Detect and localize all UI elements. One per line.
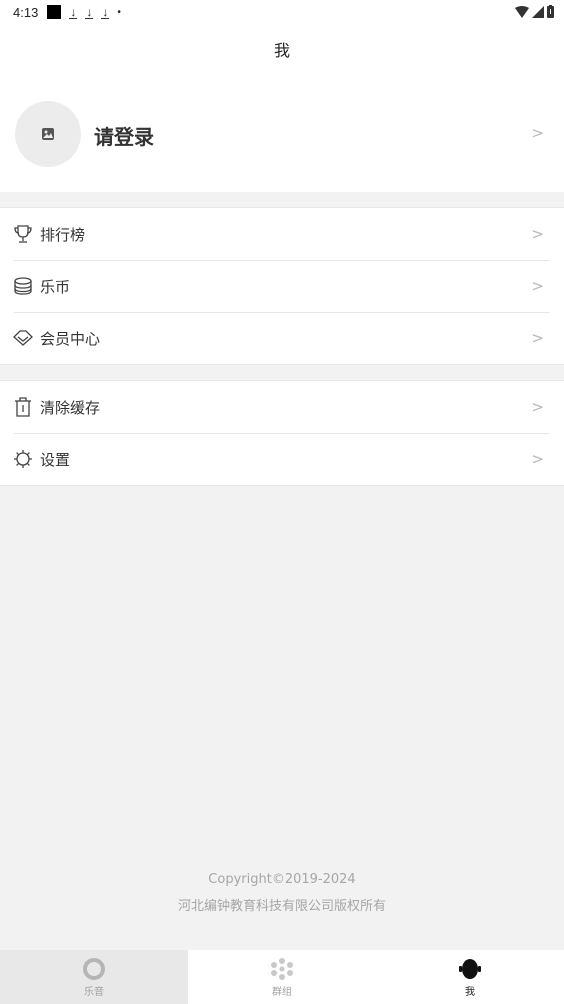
menu-item-settings[interactable]: 设置 >: [0, 433, 564, 485]
chevron-right-icon: >: [531, 124, 544, 142]
chevron-right-icon: >: [531, 277, 544, 295]
menu-item-label: 清除缓存: [40, 398, 101, 417]
bell-me-icon: [458, 957, 482, 981]
status-system-icons: [515, 5, 554, 18]
login-prompt[interactable]: 请登录: [94, 121, 154, 150]
tab-me[interactable]: 我: [376, 950, 564, 1004]
tab-music[interactable]: 乐音: [0, 950, 188, 1004]
menu-item-leaderboard[interactable]: 排行榜 >: [0, 208, 564, 260]
tab-label: 我: [465, 986, 475, 998]
menu-item-coins[interactable]: 乐币 >: [0, 260, 564, 312]
bottom-tab-bar: 乐音 群组 我: [0, 950, 564, 1004]
menu-group-main: 排行榜 > 乐币 > 会员中心 >: [0, 207, 564, 365]
music-ring-icon: [82, 957, 106, 981]
battery-icon: [547, 5, 554, 18]
coins-icon: [13, 276, 33, 296]
menu-item-label: 设置: [40, 450, 71, 469]
status-notification-icons: ↓ ↓ ↓ •: [47, 5, 121, 19]
signal-icon: [532, 5, 544, 18]
image-placeholder-icon: [42, 128, 54, 140]
wifi-icon: [515, 5, 529, 18]
chevron-right-icon: >: [531, 450, 544, 468]
gear-icon: [13, 449, 33, 469]
menu-item-clear-cache[interactable]: 清除缓存 >: [0, 381, 564, 433]
tab-label: 乐音: [84, 986, 104, 998]
status-bar: 4:13 ↓ ↓ ↓ •: [0, 0, 564, 24]
download-icon: ↓: [85, 4, 94, 19]
page-header: 我: [0, 24, 564, 74]
avatar[interactable]: [15, 101, 81, 167]
menu-group-system: 清除缓存 > 设置 >: [0, 380, 564, 486]
status-time: 4:13: [13, 4, 39, 20]
cluster-icon: [270, 957, 294, 981]
dot-icon: •: [117, 6, 121, 18]
chevron-right-icon: >: [531, 398, 544, 416]
menu-item-label: 排行榜: [40, 225, 86, 244]
menu-item-label: 会员中心: [40, 329, 101, 348]
notification-square-icon: [47, 5, 62, 19]
menu-item-membership[interactable]: 会员中心 >: [0, 312, 564, 364]
menu-item-label: 乐币: [40, 277, 71, 296]
download-icon: ↓: [101, 4, 110, 19]
diamond-icon: [13, 328, 33, 348]
download-icon: ↓: [69, 4, 78, 19]
chevron-right-icon: >: [531, 329, 544, 347]
tab-label: 群组: [272, 986, 292, 998]
tab-groups[interactable]: 群组: [188, 950, 376, 1004]
chevron-right-icon: >: [531, 225, 544, 243]
trophy-icon: [13, 224, 33, 244]
company-text: 河北编钟教育科技有限公司版权所有: [177, 899, 386, 914]
page-title: 我: [273, 41, 290, 60]
profile-login-row[interactable]: 请登录 >: [0, 74, 564, 192]
copyright-text: Copyright©2019-2024: [208, 872, 356, 887]
trash-icon: [13, 397, 33, 417]
